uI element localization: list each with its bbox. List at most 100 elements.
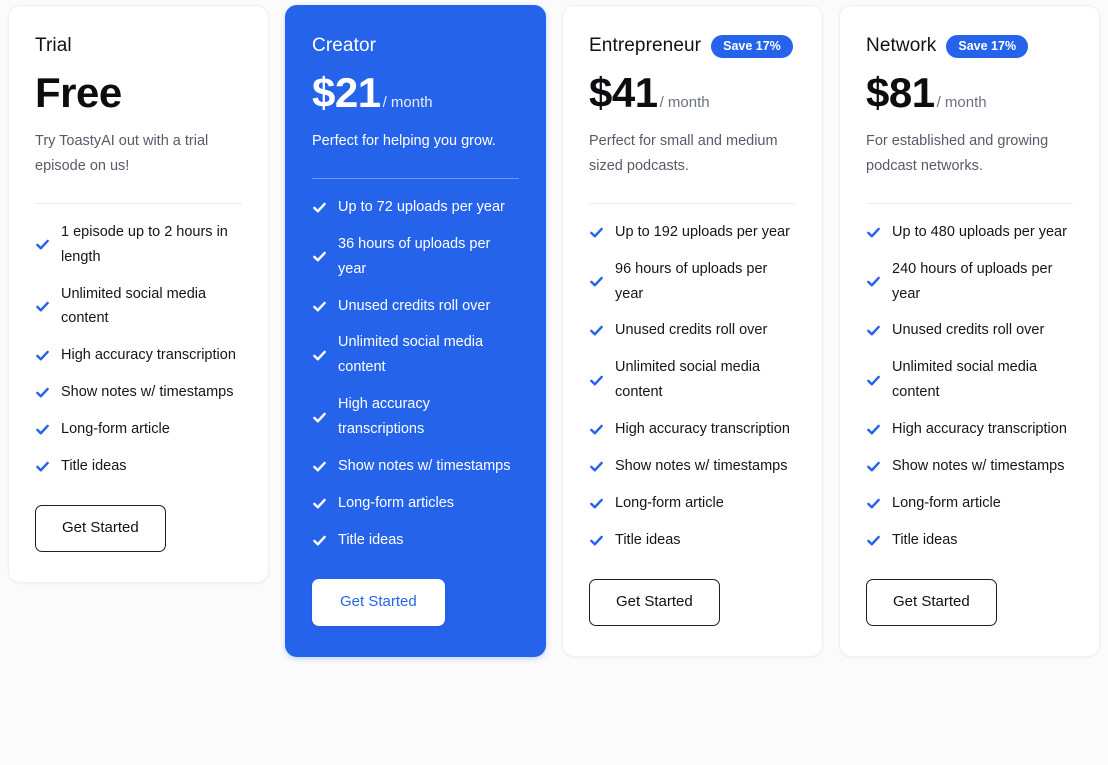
plan-cta-wrapper: Get Started	[866, 579, 1073, 626]
check-icon	[867, 375, 880, 386]
card-divider	[312, 177, 519, 179]
feature-item: 1 episode up to 2 hours in length	[35, 220, 242, 270]
check-icon	[36, 239, 49, 250]
check-icon	[36, 388, 49, 398]
pricing-card-trial: Trial Free Try ToastyAI out with a trial…	[8, 5, 269, 583]
check-icon	[867, 535, 880, 546]
feature-item: High accuracy transcription	[589, 417, 796, 442]
check-icon	[36, 351, 49, 361]
feature-label: 240 hours of uploads per year	[892, 260, 1053, 302]
plan-description: Try ToastyAI out with a trial episode on…	[35, 132, 209, 174]
get-started-button[interactable]: Get Started	[589, 579, 720, 626]
plan-description: Perfect for helping you grow.	[312, 132, 496, 149]
check-icon	[867, 276, 880, 287]
pricing-card-network: Network Save 17% $81 / month For establi…	[839, 5, 1100, 657]
check-icon	[313, 251, 326, 262]
feature-item: 240 hours of uploads per year	[866, 257, 1073, 307]
feature-label: 1 episode up to 2 hours in length	[61, 223, 228, 265]
feature-item: Long-form article	[35, 417, 242, 442]
feature-label: Long-form article	[892, 495, 1001, 512]
feature-item: Long-form articles	[312, 491, 519, 516]
plan-price-period: / month	[382, 93, 433, 111]
check-icon	[867, 461, 880, 472]
save-badge: Save 17%	[946, 34, 1029, 59]
plan-description: Perfect for small and medium sized podca…	[589, 132, 778, 174]
plan-feature-list: Up to 72 uploads per year 36 hours of upl…	[312, 195, 519, 553]
feature-item: Long-form article	[866, 491, 1073, 516]
feature-item: Unused credits roll over	[866, 318, 1073, 343]
feature-item: Long-form article	[589, 491, 796, 516]
feature-label: 36 hours of uploads per year	[338, 235, 491, 277]
plan-header: Entrepreneur Save 17%	[589, 34, 796, 59]
check-icon	[36, 424, 49, 435]
check-icon	[590, 424, 603, 435]
plan-price-amount: $21	[312, 68, 381, 116]
check-icon	[590, 276, 603, 287]
feature-item: Up to 72 uploads per year	[312, 195, 519, 220]
feature-label: Unlimited social media content	[338, 334, 484, 376]
feature-item: Up to 480 uploads per year	[866, 220, 1073, 245]
plan-price-period: / month	[659, 93, 710, 111]
feature-item: Unlimited social media content	[866, 355, 1073, 405]
plan-header: Network Save 17%	[866, 34, 1073, 59]
check-icon	[867, 227, 880, 238]
plan-price-amount: $81	[866, 68, 935, 116]
feature-item: Unlimited social media content	[589, 355, 796, 405]
feature-label: Show notes w/ timestamps	[61, 384, 234, 401]
get-started-button[interactable]: Get Started	[866, 579, 997, 626]
feature-item: 96 hours of uploads per year	[589, 257, 796, 307]
feature-item: High accuracy transcriptions	[312, 392, 519, 442]
feature-item: Show notes w/ timestamps	[35, 380, 242, 405]
plan-price-amount: $41	[589, 68, 658, 116]
feature-item: Show notes w/ timestamps	[589, 454, 796, 479]
feature-label: Title ideas	[892, 532, 958, 549]
feature-item: Title ideas	[589, 528, 796, 553]
plan-feature-list: Up to 192 uploads per year 96 hours of up…	[589, 220, 796, 553]
feature-label: Unused credits roll over	[338, 297, 491, 314]
feature-label: Unlimited social media content	[61, 285, 207, 327]
feature-label: Title ideas	[61, 458, 127, 475]
plan-feature-list: Up to 480 uploads per year 240 hours of u…	[866, 220, 1073, 553]
feature-label: High accuracy transcription	[61, 347, 236, 364]
card-divider	[35, 202, 242, 204]
check-icon	[867, 424, 880, 435]
check-icon	[313, 412, 326, 423]
feature-label: Long-form article	[615, 495, 724, 512]
check-icon	[590, 535, 603, 546]
plan-price-row: Free	[35, 68, 242, 116]
check-icon	[590, 375, 603, 386]
feature-item: Show notes w/ timestamps	[312, 454, 519, 479]
feature-label: High accuracy transcriptions	[338, 396, 430, 438]
feature-item: Unlimited social media content	[312, 330, 519, 380]
check-icon	[867, 498, 880, 509]
check-icon	[590, 227, 603, 238]
check-icon	[590, 326, 603, 336]
plan-cta-wrapper: Get Started	[589, 579, 796, 626]
plan-header: Trial	[35, 34, 242, 59]
feature-item: Unlimited social media content	[35, 282, 242, 332]
plan-price-row: $41 / month	[589, 68, 796, 116]
get-started-button[interactable]: Get Started	[35, 505, 166, 552]
feature-item: Title ideas	[866, 528, 1073, 553]
feature-label: Show notes w/ timestamps	[615, 458, 788, 475]
check-icon	[313, 535, 326, 546]
feature-label: Unlimited social media content	[615, 359, 761, 401]
plan-price-amount: Free	[35, 68, 122, 116]
feature-label: 96 hours of uploads per year	[615, 260, 768, 302]
plan-price-row: $81 / month	[866, 68, 1073, 116]
feature-label: Unused credits roll over	[615, 322, 768, 339]
feature-item: Title ideas	[35, 454, 242, 479]
check-icon	[590, 498, 603, 509]
check-icon	[313, 202, 326, 213]
plan-name: Entrepreneur	[589, 35, 702, 56]
check-icon	[867, 326, 880, 336]
feature-item: Up to 192 uploads per year	[589, 220, 796, 245]
feature-label: High accuracy transcription	[615, 421, 790, 438]
feature-label: Unused credits roll over	[892, 322, 1045, 339]
feature-label: Show notes w/ timestamps	[338, 458, 511, 475]
plan-name: Network	[866, 35, 937, 56]
plan-header: Creator	[312, 34, 519, 59]
get-started-button[interactable]: Get Started	[312, 579, 445, 626]
pricing-card-entrepreneur: Entrepreneur Save 17% $41 / month Perfec…	[562, 5, 823, 657]
check-icon	[36, 301, 49, 312]
